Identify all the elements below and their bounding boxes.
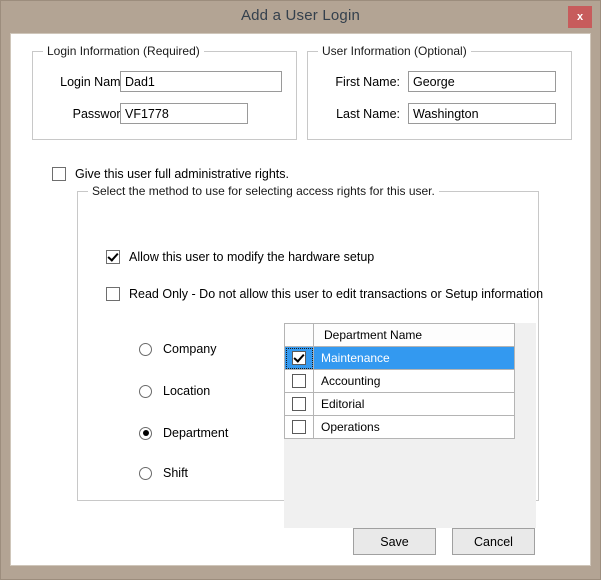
table-row[interactable]: Operations bbox=[285, 416, 515, 439]
radio-shift[interactable] bbox=[139, 467, 152, 480]
title-bar: Add a User Login x bbox=[1, 1, 600, 33]
table-header-row: Department Name bbox=[285, 324, 515, 347]
read-only-label: Read Only - Do not allow this user to ed… bbox=[129, 287, 543, 301]
radio-company-label: Company bbox=[163, 342, 217, 356]
row-checkbox[interactable] bbox=[292, 397, 306, 411]
radio-shift-label: Shift bbox=[163, 466, 188, 480]
row-checkbox-cell[interactable] bbox=[285, 370, 314, 393]
table-row[interactable]: Editorial bbox=[285, 393, 515, 416]
radio-shift-row[interactable]: Shift bbox=[139, 466, 188, 480]
row-department-name[interactable]: Operations bbox=[314, 416, 515, 439]
radio-department[interactable] bbox=[139, 427, 152, 440]
radio-company[interactable] bbox=[139, 343, 152, 356]
user-information-group: User Information (Optional) First Name: … bbox=[307, 51, 572, 140]
hardware-setup-row[interactable]: Allow this user to modify the hardware s… bbox=[106, 250, 374, 264]
row-checkbox[interactable] bbox=[292, 351, 306, 365]
radio-location-row[interactable]: Location bbox=[139, 384, 210, 398]
login-name-input[interactable] bbox=[120, 71, 282, 92]
hardware-setup-checkbox[interactable] bbox=[106, 250, 120, 264]
login-information-group: Login Information (Required) Login Name:… bbox=[32, 51, 297, 140]
read-only-row[interactable]: Read Only - Do not allow this user to ed… bbox=[106, 287, 543, 301]
admin-rights-checkbox[interactable] bbox=[52, 167, 66, 181]
row-checkbox[interactable] bbox=[292, 420, 306, 434]
access-method-legend: Select the method to use for selecting a… bbox=[88, 184, 439, 198]
radio-department-row[interactable]: Department bbox=[139, 426, 228, 440]
last-name-label: Last Name: bbox=[316, 107, 400, 121]
first-name-label: First Name: bbox=[316, 75, 400, 89]
close-icon[interactable]: x bbox=[568, 6, 592, 28]
dialog-body: Login Information (Required) Login Name:… bbox=[10, 33, 591, 566]
department-grid-panel: Department Name Maintenance bbox=[284, 323, 536, 528]
dialog-title: Add a User Login bbox=[1, 7, 600, 24]
row-checkbox[interactable] bbox=[292, 374, 306, 388]
table-row[interactable]: Maintenance bbox=[285, 347, 515, 370]
table-body: Maintenance Accounting Edi bbox=[285, 347, 515, 439]
row-department-name[interactable]: Maintenance bbox=[314, 347, 515, 370]
header-check-column bbox=[285, 324, 314, 347]
read-only-checkbox[interactable] bbox=[106, 287, 120, 301]
password-label: Password: bbox=[47, 107, 131, 121]
access-method-group: Select the method to use for selecting a… bbox=[77, 191, 539, 501]
first-name-input[interactable] bbox=[408, 71, 556, 92]
password-input[interactable] bbox=[120, 103, 248, 124]
user-information-legend: User Information (Optional) bbox=[318, 44, 471, 58]
dialog-window: Add a User Login x Login Information (Re… bbox=[0, 0, 601, 580]
header-department-name: Department Name bbox=[314, 324, 515, 347]
row-department-name[interactable]: Editorial bbox=[314, 393, 515, 416]
radio-department-label: Department bbox=[163, 426, 228, 440]
cancel-button[interactable]: Cancel bbox=[452, 528, 535, 555]
admin-rights-label: Give this user full administrative right… bbox=[75, 167, 289, 181]
radio-company-row[interactable]: Company bbox=[139, 342, 217, 356]
row-checkbox-cell[interactable] bbox=[285, 393, 314, 416]
last-name-input[interactable] bbox=[408, 103, 556, 124]
admin-rights-row[interactable]: Give this user full administrative right… bbox=[52, 167, 289, 181]
login-information-legend: Login Information (Required) bbox=[43, 44, 204, 58]
row-checkbox-cell[interactable] bbox=[285, 347, 314, 370]
row-checkbox-cell[interactable] bbox=[285, 416, 314, 439]
department-grid: Department Name Maintenance bbox=[284, 323, 515, 439]
save-button[interactable]: Save bbox=[353, 528, 436, 555]
hardware-setup-label: Allow this user to modify the hardware s… bbox=[129, 250, 374, 264]
row-department-name[interactable]: Accounting bbox=[314, 370, 515, 393]
radio-location-label: Location bbox=[163, 384, 210, 398]
radio-location[interactable] bbox=[139, 385, 152, 398]
table-row[interactable]: Accounting bbox=[285, 370, 515, 393]
login-name-label: Login Name: bbox=[47, 75, 131, 89]
